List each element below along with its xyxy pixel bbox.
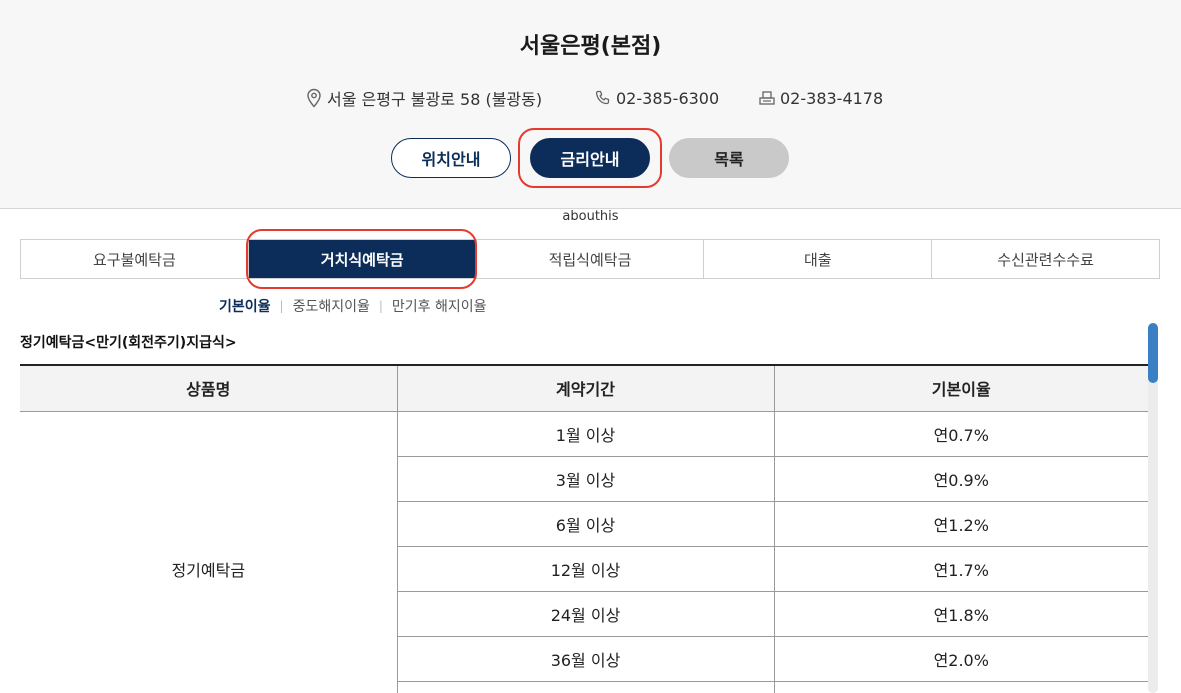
phone-text: 02-385-6300 — [616, 88, 720, 108]
rate-cell: 연0.9% — [774, 456, 1148, 502]
address-text: 서울 은평구 불광로 58 (불광동) — [327, 90, 543, 109]
product-name-cell: 정기예탁금 — [20, 411, 398, 693]
about-label: abouthis — [562, 209, 619, 224]
column-header-term: 계약기간 — [397, 364, 775, 412]
product-tabs: 요구불예탁금 거치식예탁금 적립식예탁금 대출 수신관련수수료 — [20, 239, 1160, 279]
address: 서울 은평구 불광로 58 (불광동) — [305, 86, 542, 110]
page-title: 서울은평(본점) — [519, 34, 662, 59]
term-cell: 12월 이상 — [397, 546, 775, 592]
term-cell: 6월 이상 — [397, 501, 775, 547]
term-cell: 1월 이상 — [397, 411, 775, 457]
fax: 02-383-4178 — [758, 86, 883, 110]
rate-cell: 연1.2% — [774, 501, 1148, 547]
list-button[interactable]: 목록 — [669, 138, 789, 178]
rate-table: 상품명 계약기간 기본이율 정기예탁금 1월 이상 연0.7% 3월 이상 연0… — [20, 364, 1148, 693]
location-pin-icon — [307, 88, 321, 108]
column-header-rate: 기본이율 — [774, 364, 1148, 412]
subtab-post-maturity-rate[interactable]: 만기후 해지이율 — [392, 296, 487, 316]
location-guide-button[interactable]: 위치안내 — [391, 138, 511, 178]
scrollbar-thumb[interactable] — [1148, 323, 1158, 383]
column-header-product: 상품명 — [20, 364, 398, 412]
tab-fees[interactable]: 수신관련수수료 — [932, 240, 1159, 278]
tab-demand-deposit[interactable]: 요구불예탁금 — [21, 240, 249, 278]
rate-subtabs: 기본이율 | 중도해지이율 | 만기후 해지이율 — [219, 296, 487, 316]
section-title: 정기예탁금<만기(회전주기)지급식> — [20, 335, 237, 351]
table-row: 정기예탁금 1월 이상 연0.7% — [20, 411, 1148, 693]
subtab-early-termination-rate[interactable]: 중도해지이율 — [293, 296, 370, 316]
fax-text: 02-383-4178 — [780, 88, 884, 108]
term-cell: 24월 이상 — [397, 591, 775, 637]
rate-cell: 연0.7% — [774, 411, 1148, 457]
tab-time-deposit[interactable]: 거치식예탁금 — [248, 240, 477, 278]
separator: | — [378, 299, 383, 313]
term-cell: 36월 이상 — [397, 636, 775, 682]
rate-cell — [774, 681, 1148, 693]
rate-cell: 연1.8% — [774, 591, 1148, 637]
branch-header: 서울은평(본점) 서울 은평구 불광로 58 (불광동) 02-385-6300… — [0, 0, 1181, 209]
term-cell — [397, 681, 775, 693]
term-cell: 3월 이상 — [397, 456, 775, 502]
phone: 02-385-6300 — [594, 86, 719, 110]
table-header-row: 상품명 계약기간 기본이율 — [20, 364, 1148, 412]
tab-installment-deposit[interactable]: 적립식예탁금 — [477, 240, 705, 278]
phone-icon — [595, 90, 610, 105]
rate-guide-button[interactable]: 금리안내 — [530, 138, 650, 178]
separator: | — [279, 299, 284, 313]
rate-cell: 연2.0% — [774, 636, 1148, 682]
subtab-base-rate[interactable]: 기본이율 — [219, 296, 271, 316]
rate-cell: 연1.7% — [774, 546, 1148, 592]
fax-icon — [759, 91, 775, 105]
tab-loan[interactable]: 대출 — [704, 240, 933, 278]
